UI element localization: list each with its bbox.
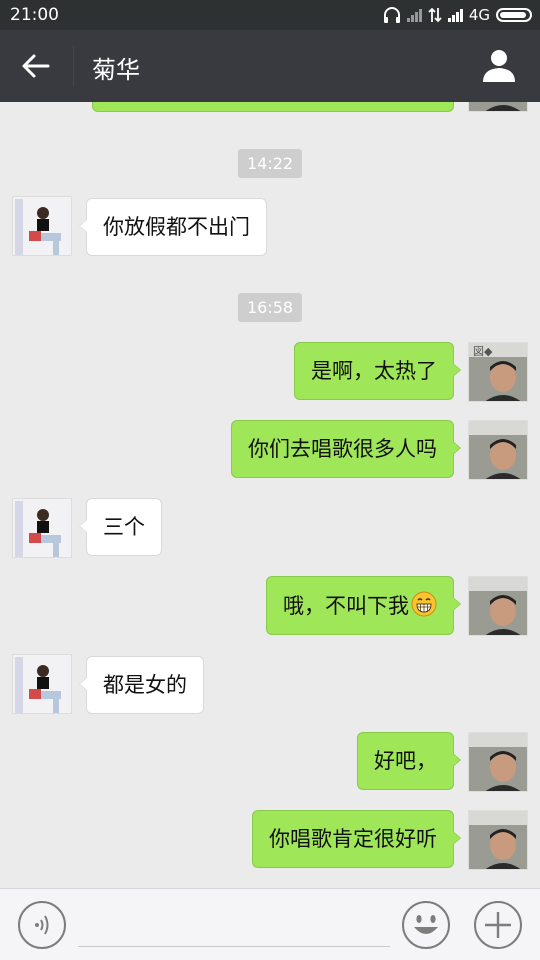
my-avatar[interactable]: 図◆ [468,342,528,402]
status-bar: 21:00 4G [0,0,540,30]
friend-avatar[interactable] [12,654,72,714]
svg-text:図◆: 図◆ [473,345,493,358]
back-arrow-icon[interactable] [18,48,54,84]
data-transfer-icon [428,7,442,23]
battery-icon [496,8,532,22]
timestamp: 16:58 [237,293,303,322]
message-text: 哦，不叫下我 [283,594,409,618]
outgoing-message[interactable]: 你们去唱歌很多人吗 [231,420,461,478]
outgoing-message[interactable]: 好吧， [357,732,461,790]
more-button[interactable] [474,901,522,949]
message-input[interactable] [78,907,390,945]
my-avatar[interactable] [468,420,528,480]
avatar-image [13,197,71,255]
outgoing-message[interactable]: 哦，不叫下我 [266,576,461,635]
input-underline [78,946,390,947]
avatar-image [469,733,527,791]
signal-1-icon [406,8,422,22]
timestamp: 14:22 [237,149,303,178]
network-type: 4G [468,6,490,24]
headphones-icon [383,7,400,23]
avatar-image [469,102,527,111]
my-avatar[interactable] [468,732,528,792]
avatar-image [13,655,71,713]
avatar-image [469,811,527,869]
outgoing-message[interactable]: 是啊，太热了 [294,342,461,400]
signal-2-icon [447,8,463,22]
input-bar [0,888,540,960]
avatar-image [469,421,527,479]
status-time: 21:00 [10,5,59,25]
friend-avatar[interactable] [12,498,72,558]
avatar-image [469,577,527,635]
avatar-image [13,499,71,557]
friend-avatar[interactable] [12,196,72,256]
emoji-icon [414,915,438,934]
person-icon[interactable] [480,46,518,84]
my-avatar[interactable] [468,810,528,870]
incoming-message[interactable]: 三个 [79,498,162,556]
voice-icon [35,915,49,935]
my-avatar[interactable] [468,576,528,636]
grin-emoji-icon [411,591,437,617]
emoji-button[interactable] [402,901,450,949]
incoming-message[interactable]: 你放假都不出门 [79,198,267,256]
outgoing-message[interactable]: 你唱歌肯定很好听 [252,810,461,868]
voice-button[interactable] [18,901,66,949]
plus-icon [485,912,511,938]
status-icons: 4G [383,5,532,25]
my-avatar[interactable] [468,102,528,112]
title-bar: 菊华 [0,30,540,102]
avatar-image: 図◆ [469,343,527,401]
chat-area[interactable]: 14:22 你放假都不出门 16:58 是啊，太热了 図◆ 你们去唱歌很多人吗 … [0,102,540,888]
message-bubble-partial [92,102,454,112]
chat-title: 菊华 [92,56,140,84]
title-divider [73,46,74,86]
incoming-message[interactable]: 都是女的 [79,656,204,714]
